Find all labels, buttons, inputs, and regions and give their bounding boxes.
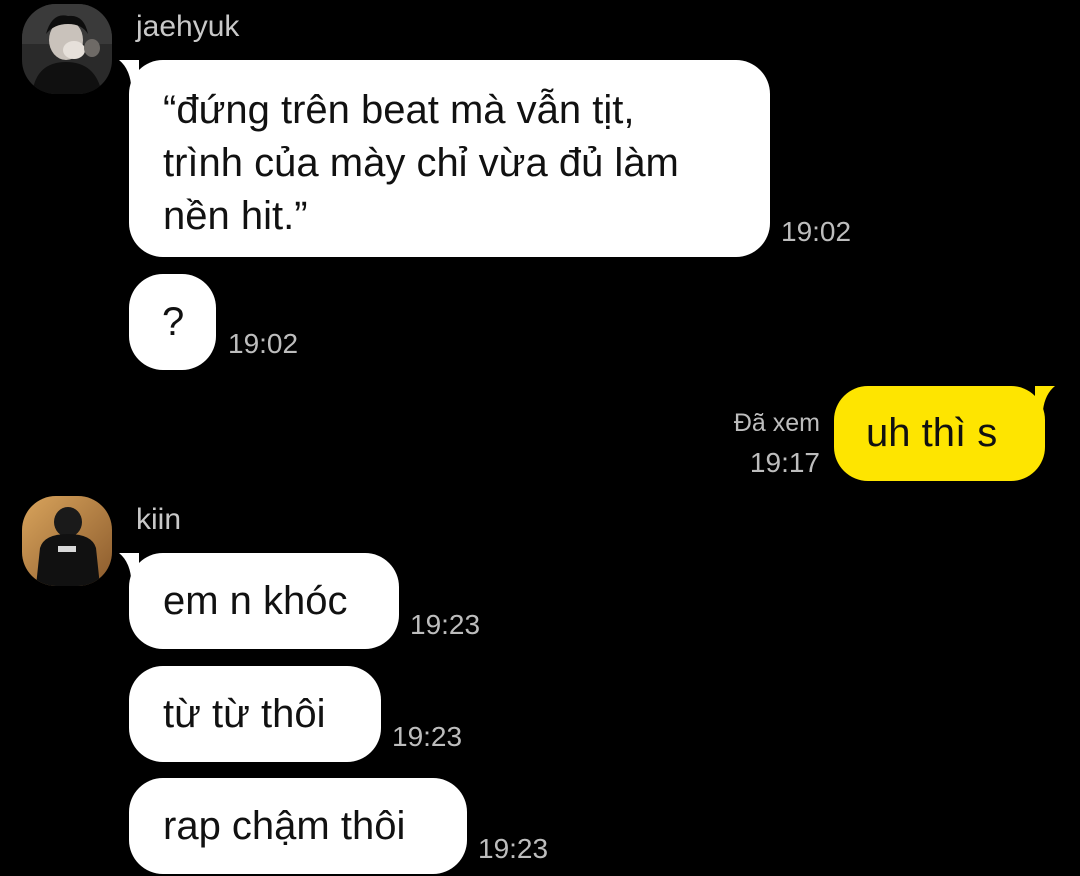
bubble-tail-icon [119,553,139,577]
sender-name: kiin [136,503,182,536]
message-text: em n khóc [163,579,348,623]
message-bubble[interactable]: từ từ thôi [129,666,381,762]
message-bubble-outgoing[interactable]: uh thì s [834,386,1055,481]
message-time: 19:02 [228,328,299,359]
profile-photo-icon [22,4,112,94]
message-time: 19:17 [749,447,820,478]
message-bubble[interactable]: “đứng trên beat mà vẫn tịt, trình của mà… [119,60,770,257]
message-bubble[interactable]: rap chậm thôi [129,778,467,874]
message-text: “đứng trên beat mà vẫn tịt, trình của mà… [163,88,679,238]
message-text: rap chậm thôi [163,804,406,848]
sender-name: jaehyuk [136,10,240,43]
message-text: uh thì s [866,411,998,455]
message-text: từ từ thôi [163,692,326,736]
message-text: ? [162,300,185,344]
message-bubble[interactable]: em n khóc [119,553,399,649]
avatar-jaehyuk[interactable] [22,4,112,94]
profile-photo-icon [22,496,112,586]
message-time: 19:02 [781,216,852,247]
message-time: 19:23 [392,721,463,752]
message-bubble[interactable]: ? [129,274,216,370]
bubble-tail-icon [1035,386,1055,410]
avatar-kiin[interactable] [22,496,112,586]
message-time: 19:23 [410,609,481,640]
read-status: Đã xem [733,409,820,437]
message-time: 19:23 [478,833,549,864]
bubble-tail-icon [119,60,139,84]
